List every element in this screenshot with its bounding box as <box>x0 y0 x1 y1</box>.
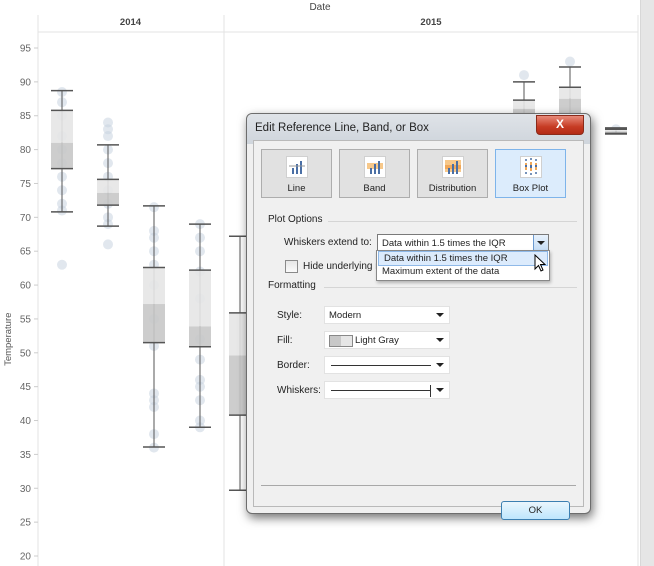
dialog-title: Edit Reference Line, Band, or Box <box>255 122 429 134</box>
distribution-icon <box>442 156 464 178</box>
y-tick-label: 95 <box>20 44 32 55</box>
y-tick-label: 85 <box>20 111 32 122</box>
border-select[interactable] <box>324 356 450 374</box>
y-axis-title: Temperature <box>3 313 14 366</box>
chevron-down-icon <box>436 313 444 317</box>
whiskers-dropdown-list: Data within 1.5 times the IQR Maximum ex… <box>376 250 550 281</box>
box-lower <box>189 326 211 347</box>
chevron-down-icon <box>436 338 444 342</box>
type-label-line: Line <box>287 183 306 194</box>
whiskers-extend-value: Data within 1.5 times the IQR <box>382 238 506 249</box>
y-tick-label: 45 <box>20 382 32 393</box>
type-button-distribution[interactable]: Distribution <box>417 149 488 198</box>
type-label-distribution: Distribution <box>428 183 477 194</box>
hide-marks-checkbox[interactable] <box>285 260 298 273</box>
plot-options-divider <box>328 221 577 222</box>
type-label-band: Band <box>363 183 386 194</box>
chevron-down-icon <box>436 388 444 392</box>
data-point <box>519 70 529 81</box>
chevron-down-icon <box>436 363 444 367</box>
box-upper <box>143 267 165 305</box>
fill-value: Light Gray <box>355 335 399 346</box>
box-upper <box>51 110 73 143</box>
box-upper <box>97 179 119 193</box>
border-line-sample <box>331 365 431 366</box>
data-point <box>57 259 67 270</box>
data-point <box>565 56 575 67</box>
y-tick-label: 90 <box>20 77 32 88</box>
edit-reference-dialog: Edit Reference Line, Band, or Box X Line… <box>246 113 591 520</box>
y-tick-label: 20 <box>20 552 32 563</box>
fill-swatch <box>329 335 353 347</box>
fill-select[interactable]: Light Gray <box>324 331 450 349</box>
plot-options-heading: Plot Options <box>268 214 323 225</box>
box-upper <box>189 270 211 327</box>
formatting-divider <box>324 287 577 288</box>
reference-line-icon <box>286 156 308 178</box>
type-button-box-plot[interactable]: Box Plot <box>495 149 566 198</box>
y-tick-label: 65 <box>20 247 32 258</box>
box-upper <box>559 87 581 99</box>
box-lower <box>97 192 119 206</box>
hide-marks-label: Hide underlying m <box>303 261 384 272</box>
y-tick-label: 75 <box>20 179 32 190</box>
type-button-band[interactable]: Band <box>339 149 410 198</box>
box-lower <box>143 304 165 343</box>
data-point <box>103 239 113 250</box>
y-tick-label: 40 <box>20 416 32 427</box>
type-label-box-plot: Box Plot <box>512 183 549 194</box>
close-icon: X <box>555 117 564 131</box>
type-button-line[interactable]: Line <box>261 149 332 198</box>
border-label: Border: <box>277 360 310 371</box>
box-lower <box>51 142 73 169</box>
chevron-down-icon <box>537 241 545 245</box>
y-tick-label: 25 <box>20 518 32 529</box>
formatting-heading: Formatting <box>268 280 316 291</box>
whiskers-option-max-extent[interactable]: Maximum extent of the data <box>377 265 549 278</box>
style-label: Style: <box>277 310 303 321</box>
y-tick-label: 80 <box>20 145 32 156</box>
ok-button[interactable]: OK <box>501 501 570 520</box>
reference-band-icon <box>364 156 386 178</box>
whiskers-format-select[interactable] <box>324 381 450 399</box>
footer-divider <box>261 485 576 486</box>
vertical-scrollbar[interactable] <box>640 0 654 566</box>
fill-label: Fill: <box>277 335 293 346</box>
y-tick-label: 70 <box>20 213 32 224</box>
whiskers-extend-label: Whiskers extend to: <box>284 237 372 248</box>
whiskers-option-iqr[interactable]: Data within 1.5 times the IQR <box>378 251 548 266</box>
box-upper <box>513 100 535 109</box>
whisker-cap-sample <box>430 385 431 397</box>
mouse-cursor-icon <box>534 254 547 272</box>
data-point <box>103 131 113 142</box>
whiskers-format-label: Whiskers: <box>277 385 321 396</box>
box-plot-icon <box>520 156 542 178</box>
y-tick-label: 35 <box>20 450 32 461</box>
close-button[interactable]: X <box>536 115 584 135</box>
style-select[interactable]: Modern <box>324 306 450 324</box>
y-tick-label: 30 <box>20 484 32 495</box>
whisker-line-sample <box>331 390 431 391</box>
dialog-body: Line Band Distribution Box Plot Plot Opt… <box>253 140 584 520</box>
style-value: Modern <box>329 310 362 321</box>
whiskers-dropdown-button[interactable] <box>533 235 548 251</box>
y-tick-label: 60 <box>20 281 32 292</box>
y-tick-label: 50 <box>20 348 32 359</box>
y-tick-label: 55 <box>20 314 32 325</box>
